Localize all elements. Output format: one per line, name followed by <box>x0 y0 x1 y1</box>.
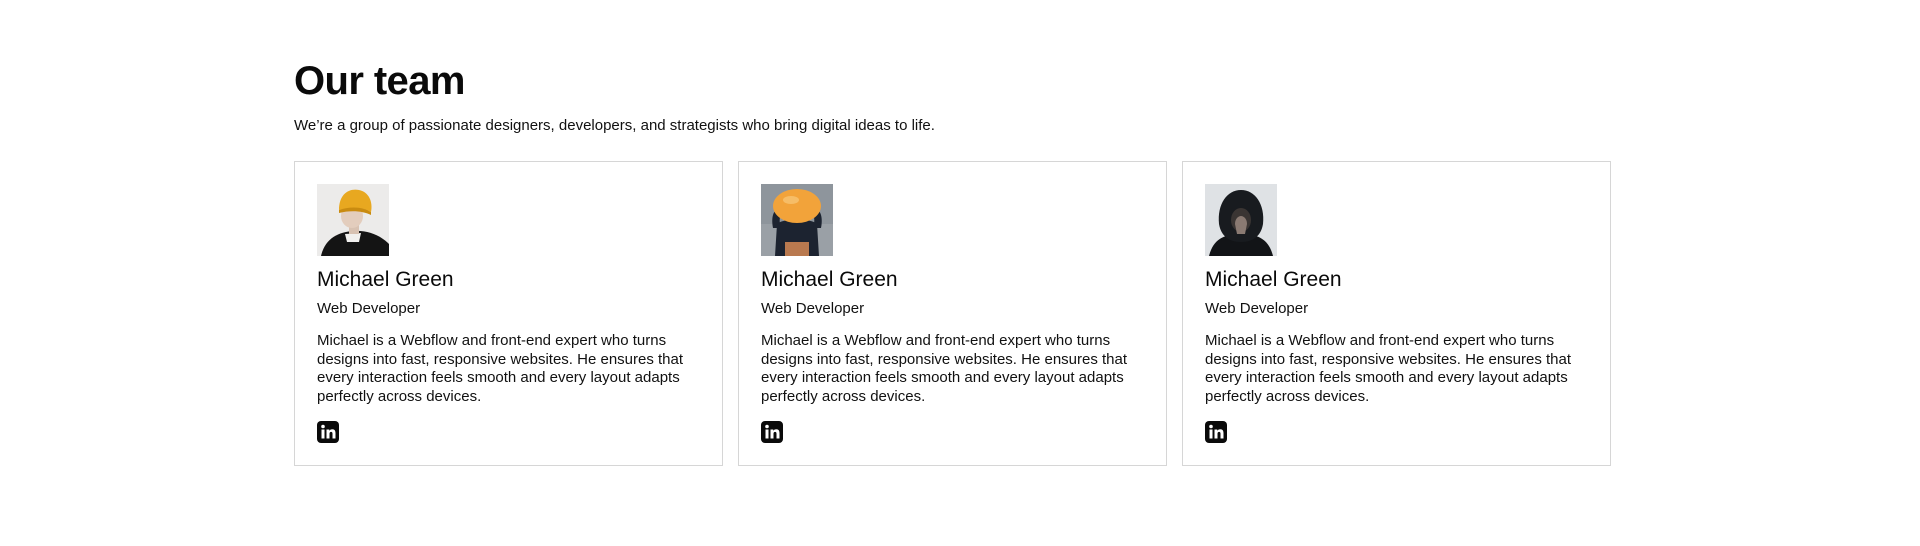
member-name: Michael Green <box>1205 268 1342 291</box>
linkedin-icon <box>317 421 339 443</box>
member-role: Web Developer <box>761 300 865 317</box>
member-name: Michael Green <box>761 268 898 291</box>
team-card: Michael Green Web Developer Michael is a… <box>738 161 1167 466</box>
team-grid: Michael Green Web Developer Michael is a… <box>294 161 1611 466</box>
team-section: Our team We’re a group of passionate des… <box>0 0 1920 546</box>
member-bio: Michael is a Webflow and front-end exper… <box>317 332 684 405</box>
member-bio: Michael is a Webflow and front-end exper… <box>1205 332 1572 405</box>
section-title: Our team <box>294 59 465 103</box>
linkedin-link[interactable] <box>1205 421 1227 443</box>
team-card: Michael Green Web Developer Michael is a… <box>1182 161 1611 466</box>
avatar <box>761 184 833 256</box>
team-container: Our team We’re a group of passionate des… <box>294 58 1611 466</box>
member-name: Michael Green <box>317 268 454 291</box>
team-card: Michael Green Web Developer Michael is a… <box>294 161 723 466</box>
linkedin-link[interactable] <box>761 421 783 443</box>
linkedin-icon <box>1205 421 1227 443</box>
member-role: Web Developer <box>1205 300 1309 317</box>
linkedin-link[interactable] <box>317 421 339 443</box>
member-bio: Michael is a Webflow and front-end exper… <box>761 332 1128 405</box>
section-subtitle: We’re a group of passionate designers, d… <box>294 117 935 134</box>
avatar <box>1205 184 1277 256</box>
avatar <box>317 184 389 256</box>
linkedin-icon <box>761 421 783 443</box>
member-role: Web Developer <box>317 300 421 317</box>
